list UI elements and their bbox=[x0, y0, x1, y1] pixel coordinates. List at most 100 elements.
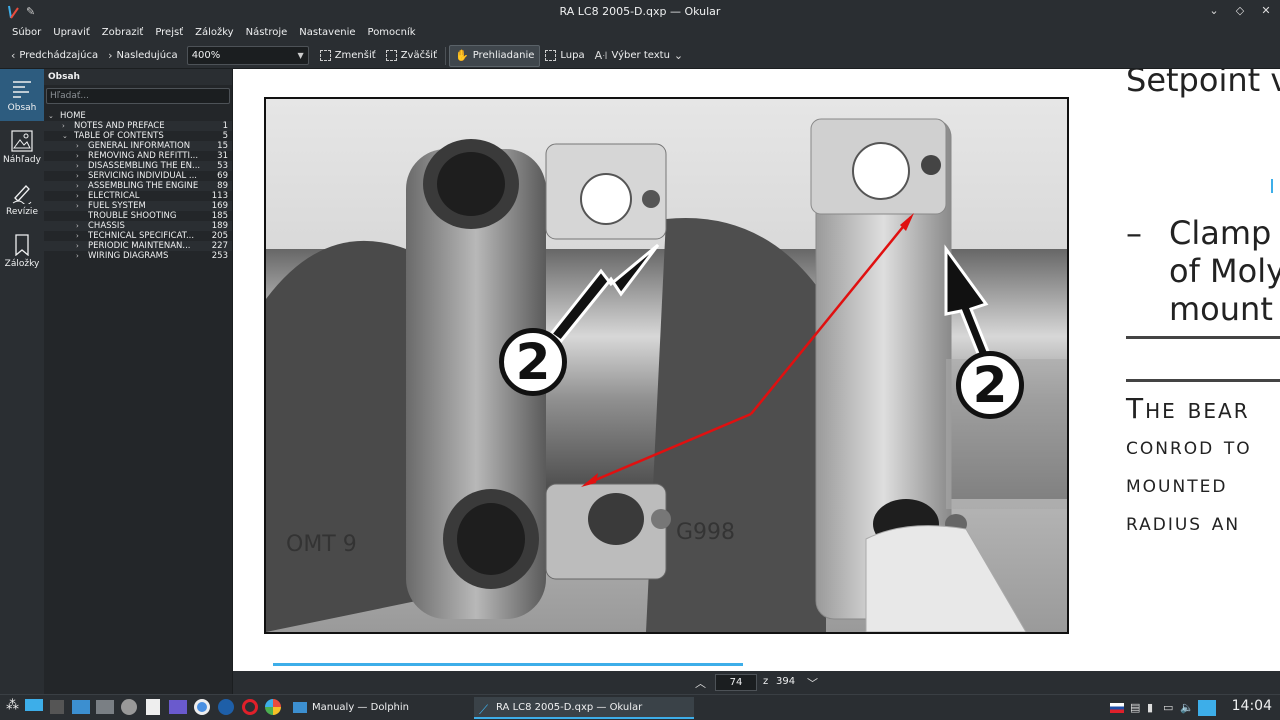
chevron-down-icon: ▼ bbox=[297, 51, 304, 60]
horizontal-scrollbar[interactable] bbox=[273, 663, 743, 666]
chevron-right-icon[interactable]: › bbox=[76, 181, 79, 191]
zoom-select[interactable]: 400% ▼ bbox=[186, 46, 309, 65]
menu-go[interactable]: Prejsť bbox=[149, 23, 189, 43]
document-icon[interactable] bbox=[146, 699, 160, 715]
tree-item-label: REMOVING AND REFITTI... bbox=[88, 151, 199, 161]
chevron-right-icon[interactable]: › bbox=[76, 251, 79, 261]
menu-edit[interactable]: Upraviť bbox=[47, 23, 96, 43]
battery-icon[interactable]: ▮ bbox=[1147, 701, 1161, 715]
vertical-scrollbar-handle[interactable] bbox=[1271, 179, 1273, 193]
tree-item[interactable]: › ELECTRICAL 113 bbox=[44, 191, 232, 201]
tree-item[interactable]: › FUEL SYSTEM 169 bbox=[44, 201, 232, 211]
sidebar-item-bookmarks[interactable]: Záložky bbox=[0, 225, 44, 277]
chevron-right-icon[interactable]: › bbox=[76, 221, 79, 231]
page-number-input[interactable]: 74 bbox=[715, 674, 757, 691]
tree-item[interactable]: › TECHNICAL SPECIFICAT... 205 bbox=[44, 231, 232, 241]
disk-icon[interactable] bbox=[121, 699, 137, 715]
chevron-down-icon[interactable]: ⌄ bbox=[62, 131, 68, 141]
task-dolphin[interactable]: Manualy — Dolphin bbox=[290, 697, 470, 719]
zoom-in-button[interactable]: Zväčšiť bbox=[381, 45, 442, 67]
bullet-line-1: Clamp bbox=[1169, 214, 1272, 252]
sidebar-item-reviews[interactable]: Revízie bbox=[0, 173, 44, 225]
chevron-right-icon[interactable]: › bbox=[62, 121, 65, 131]
tree-item[interactable]: › ASSEMBLING THE ENGINE 89 bbox=[44, 181, 232, 191]
tree-item[interactable]: ⌄ TABLE OF CONTENTS 5 bbox=[44, 131, 232, 141]
menu-file[interactable]: Súbor bbox=[6, 23, 47, 43]
menu-tools[interactable]: Nástroje bbox=[240, 23, 294, 43]
volume-icon[interactable]: 🔈 bbox=[1180, 701, 1194, 715]
pin-icon[interactable]: ✎ bbox=[26, 5, 35, 18]
system-monitor-icon[interactable] bbox=[96, 700, 114, 714]
menu-help[interactable]: Pomocník bbox=[362, 23, 422, 43]
tree-item-page: 227 bbox=[211, 241, 228, 251]
tree-item-page: 31 bbox=[217, 151, 228, 161]
tree-item-label: CHASSIS bbox=[88, 221, 125, 231]
document-view[interactable]: OMT 9 G998 2 2 Setpoint v – Clamp of Mol… bbox=[233, 69, 1280, 671]
tree-item[interactable]: › REMOVING AND REFITTI... 31 bbox=[44, 151, 232, 161]
toolbar-separator bbox=[445, 46, 446, 65]
tree-item[interactable]: › GENERAL INFORMATION 15 bbox=[44, 141, 232, 151]
chevron-right-icon[interactable]: › bbox=[76, 161, 79, 171]
tree-item-page: 15 bbox=[217, 141, 228, 151]
tree-item[interactable]: ⌄ HOME bbox=[44, 111, 232, 121]
chevron-right-icon[interactable]: › bbox=[76, 191, 79, 201]
page-of-label: z bbox=[763, 676, 769, 687]
clipboard-icon[interactable]: ▤ bbox=[1130, 701, 1144, 715]
maximize-icon[interactable]: ◇ bbox=[1232, 3, 1248, 19]
pinwheel-icon[interactable] bbox=[265, 699, 281, 715]
chromium-icon[interactable] bbox=[194, 699, 210, 715]
show-desktop-icon[interactable] bbox=[50, 700, 64, 714]
app-launcher-icon[interactable]: ⁂ bbox=[6, 698, 20, 713]
desktop-pager-icon[interactable] bbox=[25, 699, 43, 711]
keyboard-layout-icon[interactable] bbox=[1110, 703, 1124, 713]
tree-item[interactable]: › WIRING DIAGRAMS 253 bbox=[44, 251, 232, 261]
taskbar-clock[interactable]: 14:04 bbox=[1232, 698, 1272, 714]
browse-tool-button[interactable]: ✋ Prehliadanie bbox=[449, 44, 541, 67]
text-select-tool-button[interactable]: A꜊ Výber textu ⌄ bbox=[590, 45, 689, 67]
tree-item[interactable]: TROUBLE SHOOTING 185 bbox=[44, 211, 232, 221]
previous-page-arrow-icon[interactable]: ︿ bbox=[695, 675, 706, 691]
menu-settings[interactable]: Nastavenie bbox=[293, 23, 361, 43]
task-okular[interactable]: ⟋ RA LC8 2005-D.qxp — Okular bbox=[474, 697, 694, 719]
next-page-arrow-icon[interactable]: ﹀ bbox=[807, 675, 818, 691]
chevron-right-icon[interactable]: › bbox=[76, 141, 79, 151]
hand-icon: ✋ bbox=[455, 49, 469, 62]
zoom-in-icon bbox=[385, 50, 397, 61]
okular-app-icon[interactable] bbox=[6, 5, 20, 19]
tree-item[interactable]: › NOTES AND PREFACE 1 bbox=[44, 121, 232, 131]
chevron-right-icon[interactable]: › bbox=[76, 231, 79, 241]
chevron-right-icon[interactable]: › bbox=[76, 201, 79, 211]
previous-page-button[interactable]: ‹ Predchádzajúca bbox=[6, 45, 103, 67]
archive-icon[interactable] bbox=[169, 700, 187, 714]
caps-line-2: conrod to bbox=[1126, 432, 1252, 460]
magnifier-icon bbox=[545, 50, 557, 61]
contents-search-input[interactable]: Hľadať... bbox=[46, 88, 230, 104]
firefox-icon[interactable] bbox=[218, 699, 234, 715]
next-page-button[interactable]: › Nasledujúca bbox=[103, 45, 183, 67]
chevron-right-icon[interactable]: › bbox=[76, 171, 79, 181]
tree-item-page: 169 bbox=[211, 201, 228, 211]
minimize-icon[interactable]: ⌄ bbox=[1206, 3, 1222, 19]
device-icon[interactable]: ▭ bbox=[1163, 701, 1177, 715]
opera-icon[interactable] bbox=[242, 699, 258, 715]
close-icon[interactable]: ✕ bbox=[1258, 3, 1274, 19]
tree-item[interactable]: › SERVICING INDIVIDUAL ... 69 bbox=[44, 171, 232, 181]
menu-bookmarks[interactable]: Záložky bbox=[189, 23, 239, 43]
tree-item-page: 113 bbox=[211, 191, 228, 201]
tree-item[interactable]: › CHASSIS 189 bbox=[44, 221, 232, 231]
chevron-right-icon[interactable]: › bbox=[76, 151, 79, 161]
sidebar-item-thumbnails[interactable]: Náhľady bbox=[0, 121, 44, 173]
tree-item[interactable]: › PERIODIC MAINTENAN... 227 bbox=[44, 241, 232, 251]
bullet-line-3: mount bbox=[1169, 290, 1273, 328]
updates-icon[interactable] bbox=[1198, 700, 1216, 716]
magnifier-tool-button[interactable]: Lupa bbox=[540, 45, 589, 67]
zoom-out-button[interactable]: Zmenšiť bbox=[315, 45, 381, 67]
sidebar-item-contents[interactable]: Obsah bbox=[0, 69, 44, 121]
bookmarks-icon bbox=[11, 233, 33, 256]
dolphin-launcher-icon[interactable] bbox=[72, 700, 90, 714]
contents-panel-title: Obsah bbox=[44, 69, 232, 85]
menu-view[interactable]: Zobraziť bbox=[96, 23, 150, 43]
chevron-right-icon[interactable]: › bbox=[76, 241, 79, 251]
chevron-down-icon[interactable]: ⌄ bbox=[48, 111, 54, 121]
tree-item[interactable]: › DISASSEMBLING THE EN... 53 bbox=[44, 161, 232, 171]
